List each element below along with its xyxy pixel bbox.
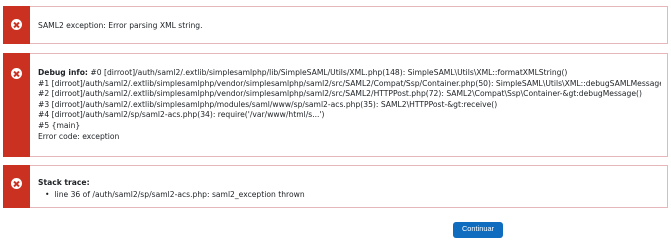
debug-line-2: #2 [dirroot]/auth/saml2/.extlib/simplesa… [38, 89, 642, 99]
error-code: Error code: exception [38, 131, 120, 141]
debug-line: Debug info: #0 [dirroot]/auth/saml2/.ext… [38, 68, 661, 79]
continue-button[interactable]: Continuar [453, 222, 503, 238]
debug-line-4: #4 [dirroot]/auth/saml2/sp/saml2-acs.php… [38, 110, 325, 120]
stack-trace-list: line 36 of /auth/saml2/sp/saml2-acs.php:… [38, 190, 661, 201]
list-item: line 36 of /auth/saml2/sp/saml2-acs.php:… [45, 190, 661, 201]
stack-trace-label: Stack trace: [38, 178, 90, 187]
alert-sidebar [3, 6, 30, 44]
debug-line-1: #1 [dirroot]/auth/saml2/.extlib/simplesa… [38, 78, 661, 88]
alert-sidebar [3, 165, 30, 208]
debug-info-alert: Debug info: #0 [dirroot]/auth/saml2/.ext… [3, 53, 668, 157]
times-circle-icon [11, 178, 22, 189]
stack-trace-alert: Stack trace: line 36 of /auth/saml2/sp/s… [3, 165, 668, 208]
alert-sidebar [3, 53, 30, 157]
error-message-alert: SAML2 exception: Error parsing XML strin… [3, 6, 668, 44]
debug-line-0: #0 [dirroot]/auth/saml2/.extlib/simplesa… [87, 68, 568, 77]
error-message: SAML2 exception: Error parsing XML strin… [38, 21, 203, 30]
times-circle-icon [11, 19, 22, 30]
times-circle-icon [11, 68, 22, 79]
debug-line-3: #3 [dirroot]/auth/saml2/.extlib/simplesa… [38, 99, 498, 109]
error-page: SAML2 exception: Error parsing XML strin… [0, 0, 671, 238]
debug-info-body: Debug info: #0 [dirroot]/auth/saml2/.ext… [38, 68, 661, 142]
stack-trace-body: Stack trace: line 36 of /auth/saml2/sp/s… [38, 178, 661, 200]
debug-info-label: Debug info: [38, 68, 88, 77]
debug-line-5: #5 {main} [38, 120, 81, 130]
